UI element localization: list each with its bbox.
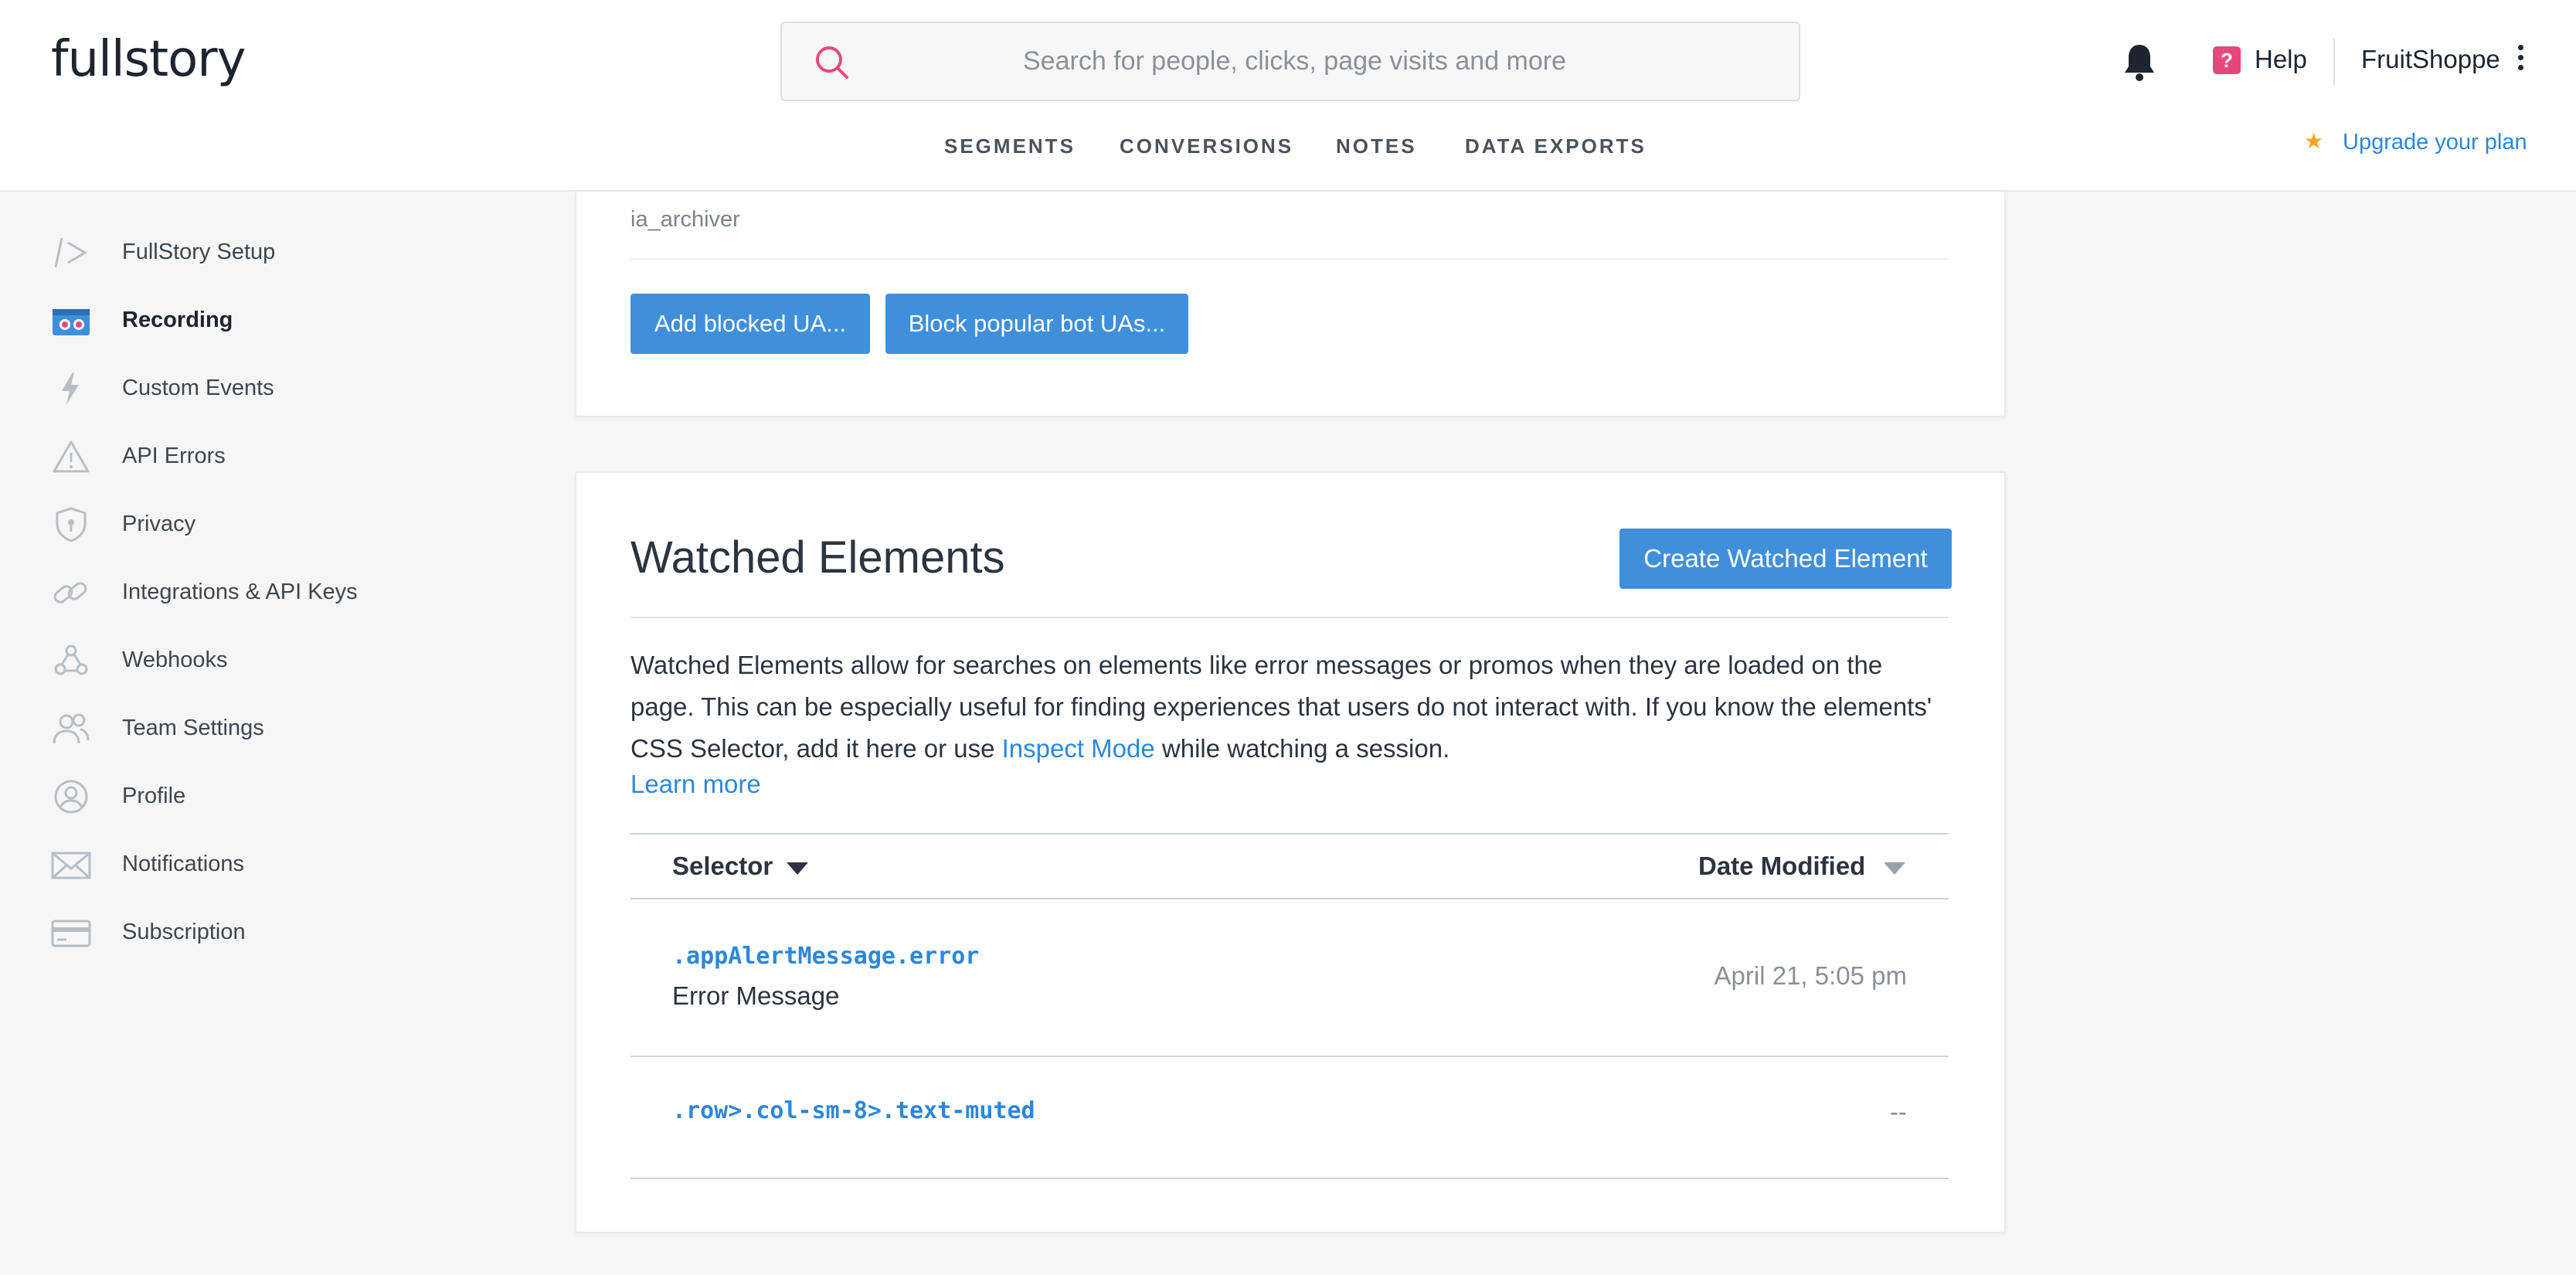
table-row[interactable]: .appAlertMessage.error Error Message Apr… [630, 899, 1949, 1057]
help-icon[interactable]: ? [2213, 46, 2241, 74]
section-title: Watched Elements [630, 532, 1005, 583]
card-icon [51, 920, 91, 947]
inspect-mode-link[interactable]: Inspect Mode [1002, 734, 1155, 763]
lightning-icon [62, 372, 79, 405]
sidebar-item-label: Webhooks [122, 648, 228, 672]
help-link[interactable]: Help [2255, 45, 2307, 74]
nav-notes[interactable]: NOTES [1336, 134, 1417, 158]
column-header-selector[interactable]: Selector [672, 852, 773, 881]
search-icon [816, 46, 848, 79]
sidebar-item-label: Custom Events [122, 376, 274, 400]
learn-more-link[interactable]: Learn more [630, 770, 761, 799]
nav-data-exports[interactable]: DATA EXPORTS [1465, 134, 1647, 158]
sidebar-item-custom-events[interactable]: Custom Events [51, 366, 484, 413]
sort-desc-icon[interactable] [787, 862, 808, 875]
sidebar-item-integrations[interactable]: Integrations & API Keys [51, 570, 484, 617]
sidebar-item-fullstory-setup[interactable]: FullStory Setup [51, 230, 484, 277]
link-icon [53, 582, 87, 604]
code-icon [54, 237, 87, 268]
shield-icon [56, 507, 87, 542]
sidebar-item-label: Integrations & API Keys [122, 580, 358, 604]
top-header: fullstory Search for people, clicks, pag… [0, 0, 2576, 192]
more-options-icon[interactable] [2516, 45, 2525, 76]
fullstory-logo[interactable]: fullstory [51, 31, 246, 88]
webhook-icon [54, 644, 88, 675]
divider [630, 258, 1949, 260]
divider [630, 617, 1949, 618]
sidebar-item-subscription[interactable]: Subscription [51, 910, 484, 957]
upgrade-plan-link[interactable]: Upgrade your plan [2343, 130, 2527, 155]
sidebar-item-label: Recording [122, 308, 233, 332]
row-date: April 21, 5:05 pm [1714, 961, 1907, 990]
sidebar-item-label: FullStory Setup [122, 240, 276, 264]
row-date: -- [1890, 1097, 1907, 1126]
create-watched-element-button[interactable]: Create Watched Element [1619, 529, 1952, 589]
sidebar-item-label: Subscription [122, 920, 246, 944]
row-selector: .appAlertMessage.error [672, 943, 980, 970]
sidebar-item-notifications[interactable]: Notifications [51, 842, 484, 889]
sidebar-item-team-settings[interactable]: Team Settings [51, 706, 484, 753]
org-switcher[interactable]: FruitShoppe [2361, 45, 2500, 74]
sidebar-item-profile[interactable]: Profile [51, 774, 484, 821]
row-selector: .row>.col-sm-8>.text-muted [672, 1097, 1035, 1124]
search-placeholder: Search for people, clicks, page visits a… [1023, 46, 1567, 76]
description-text-end: while watching a session. [1154, 734, 1450, 763]
sidebar-item-privacy[interactable]: Privacy [51, 502, 484, 549]
recording-icon [53, 309, 90, 335]
bell-icon[interactable] [2122, 42, 2157, 82]
sidebar-item-recording[interactable]: Recording [51, 298, 484, 345]
block-popular-bots-button[interactable]: Block popular bot UAs... [885, 294, 1188, 354]
add-blocked-ua-button[interactable]: Add blocked UA... [630, 294, 870, 354]
sidebar-item-webhooks[interactable]: Webhooks [51, 638, 484, 685]
row-name: Error Message [672, 981, 840, 1010]
envelope-icon [51, 852, 91, 879]
blocked-ua-card: ia_archiver Add blocked UA... Block popu… [575, 192, 2006, 417]
section-description: Watched Elements allow for searches on e… [630, 644, 1952, 770]
profile-icon [54, 780, 88, 814]
sidebar-item-label: Privacy [122, 512, 196, 536]
sidebar-item-label: Team Settings [122, 716, 264, 740]
sidebar-item-api-errors[interactable]: API Errors [51, 434, 484, 481]
header-divider [2333, 39, 2335, 85]
table-row[interactable]: .row>.col-sm-8>.text-muted -- [630, 1057, 1949, 1179]
team-icon [53, 713, 90, 744]
warning-icon [53, 440, 90, 473]
star-icon: ★ [2304, 129, 2324, 153]
table-border [630, 833, 1949, 835]
nav-conversions[interactable]: CONVERSIONS [1120, 134, 1293, 158]
watched-elements-card: Watched Elements Create Watched Element … [575, 471, 2006, 1233]
global-search-input[interactable]: Search for people, clicks, page visits a… [780, 22, 1800, 101]
sort-desc-icon[interactable] [1884, 862, 1905, 875]
sidebar-item-label: Notifications [122, 852, 244, 876]
sidebar-item-label: API Errors [122, 444, 226, 468]
sidebar-item-label: Profile [122, 784, 186, 808]
column-header-date-modified[interactable]: Date Modified [1698, 852, 1865, 881]
nav-segments[interactable]: SEGMENTS [944, 134, 1076, 158]
blocked-ua-entry: ia_archiver [630, 207, 740, 232]
